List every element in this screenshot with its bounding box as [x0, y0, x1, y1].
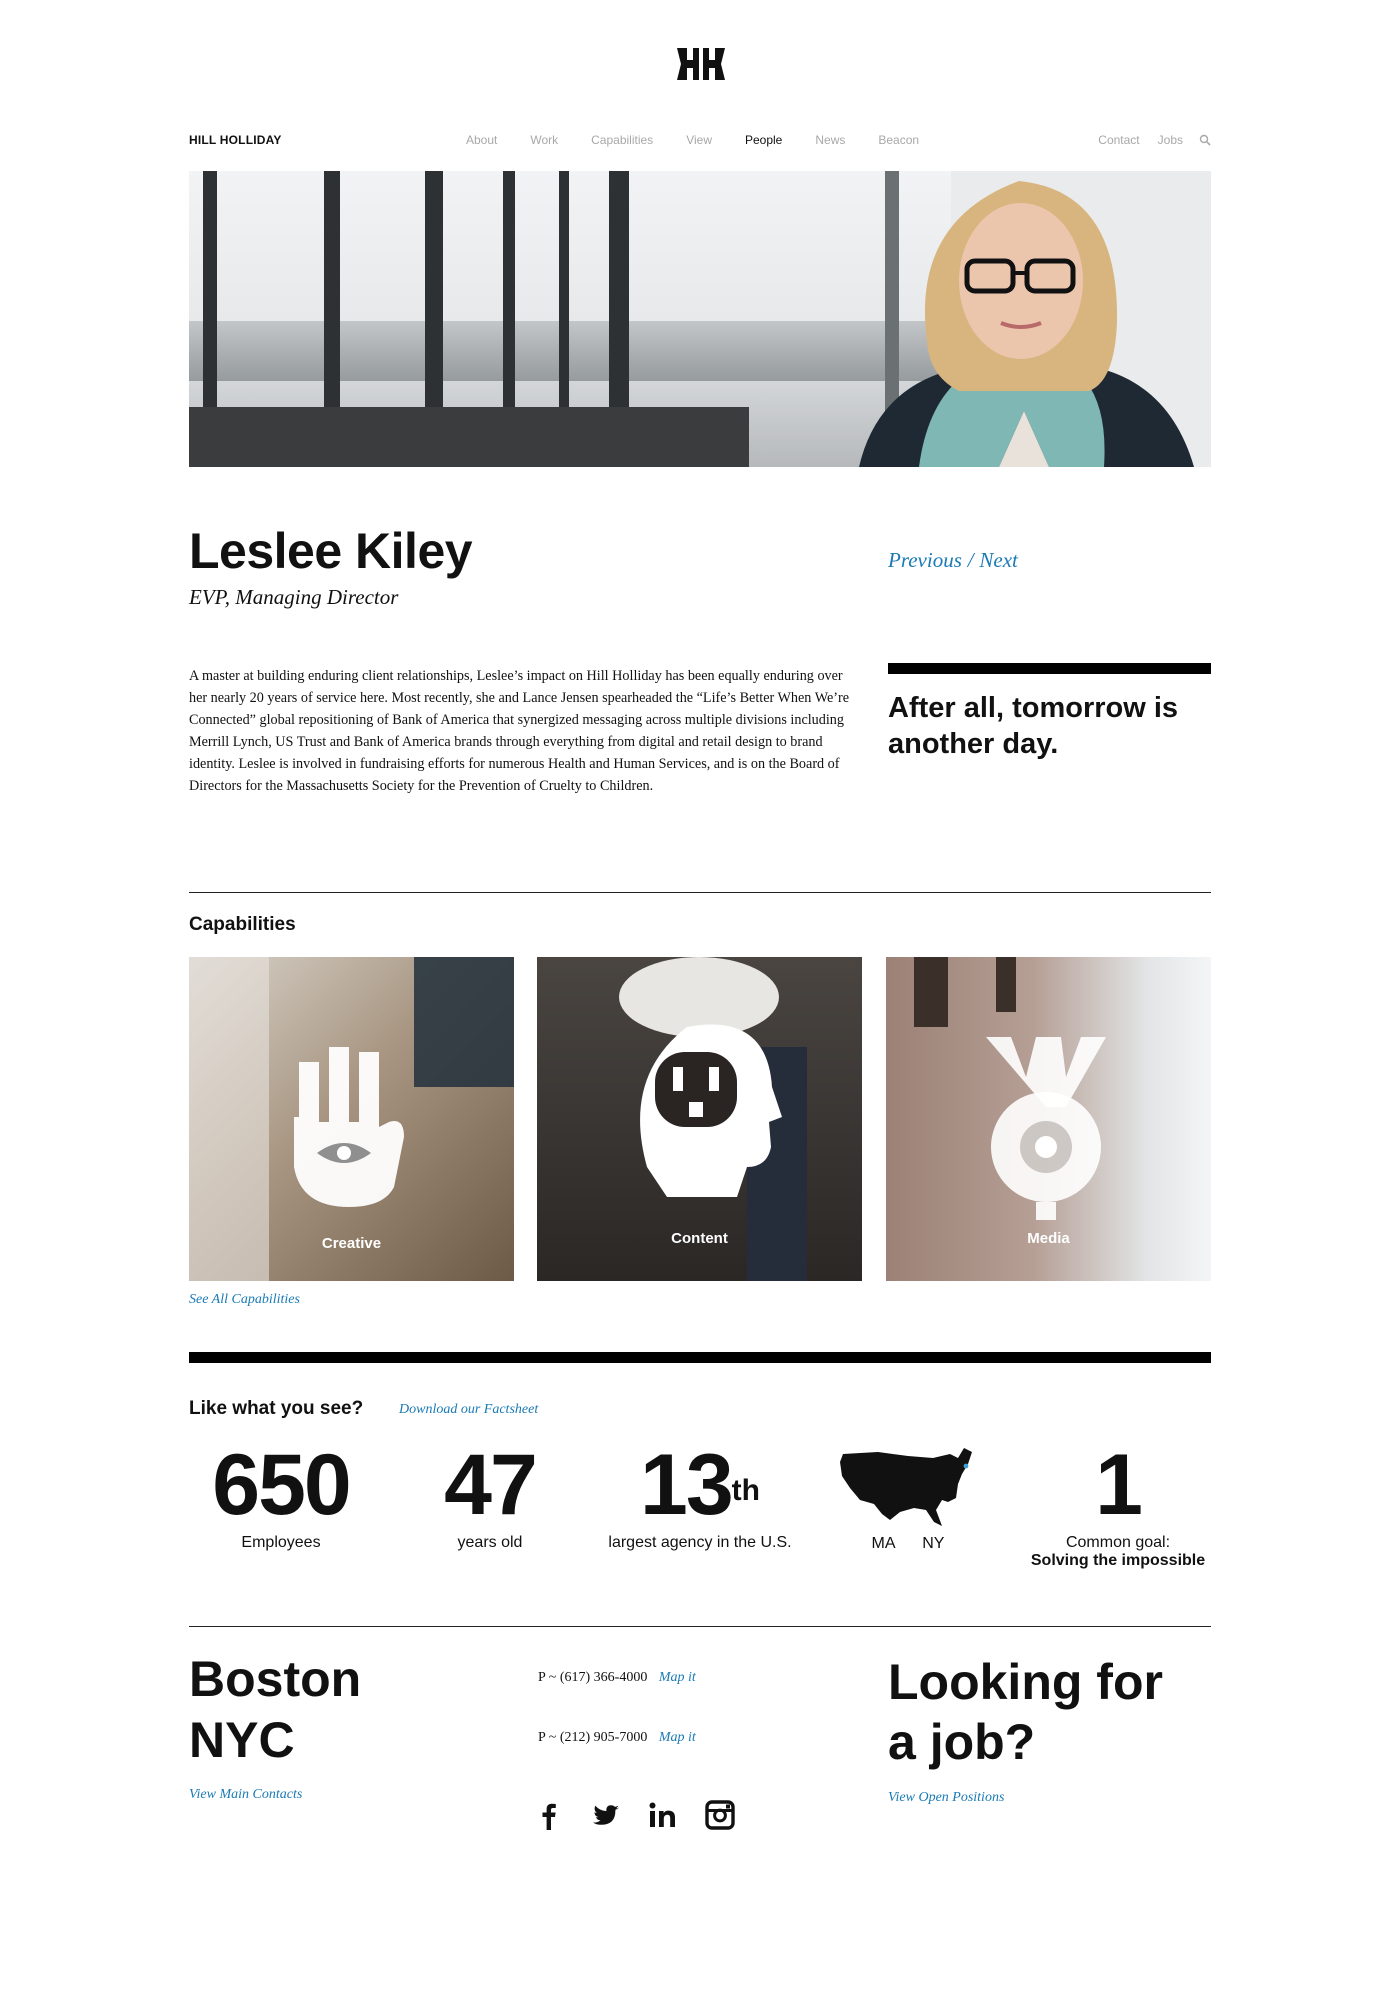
utility-nav: Contact Jobs	[1080, 133, 1211, 147]
capability-label: Content	[671, 1230, 728, 1247]
person-bio: A master at building enduring client rel…	[189, 668, 849, 794]
city-boston: Boston	[189, 1651, 362, 1707]
stat-label: Employees	[241, 1534, 321, 1551]
location-ma: MA	[871, 1535, 896, 1552]
pagination-separator: /	[967, 548, 974, 572]
person-quote: After all, tomorrow is another day.	[888, 692, 1179, 760]
nav-item-work[interactable]: Work	[530, 133, 558, 147]
stat-label: largest agency in the U.S.	[608, 1534, 792, 1551]
twitter-icon[interactable]	[591, 1800, 621, 1830]
view-main-contacts-link[interactable]: View Main Contacts	[189, 1787, 302, 1803]
map-it-link[interactable]: Map it	[659, 1670, 696, 1685]
capabilities-heading: Capabilities	[189, 914, 296, 935]
stat-label: years old	[457, 1534, 523, 1551]
phone-number: P ~ (212) 905-7000	[538, 1730, 648, 1745]
download-factsheet-link[interactable]: Download our Factsheet	[399, 1402, 538, 1418]
phone-nyc: P ~ (212) 905-7000 Map it	[538, 1730, 696, 1746]
hand-eye-icon	[189, 957, 514, 1281]
map-it-link[interactable]: Map it	[659, 1730, 696, 1745]
brand-link[interactable]: HILL HOLLIDAY	[189, 133, 282, 147]
stats-heading: Like what you see?	[189, 1398, 364, 1419]
social-links	[534, 1800, 735, 1830]
phone-number: P ~ (617) 366-4000	[538, 1670, 648, 1685]
instagram-icon[interactable]	[705, 1800, 735, 1830]
quote-divider	[888, 663, 1211, 674]
previous-link[interactable]: Previous	[888, 548, 962, 572]
stat-employees: 650 Employees	[200, 1440, 362, 1552]
capability-label: Media	[1027, 1230, 1070, 1247]
stat-number: 47	[444, 1437, 538, 1533]
view-open-positions-link[interactable]: View Open Positions	[888, 1790, 1004, 1806]
phone-boston: P ~ (617) 366-4000 Map it	[538, 1670, 696, 1686]
stat-sublabel: Solving the impossible	[1030, 1552, 1206, 1569]
job-heading: Looking for a job?	[888, 1654, 1163, 1770]
main-nav: About Work Capabilities View People News…	[466, 133, 952, 147]
nav-item-beacon[interactable]: Beacon	[878, 133, 919, 147]
search-icon[interactable]	[1199, 134, 1211, 146]
see-all-capabilities-link[interactable]: See All Capabilities	[189, 1292, 300, 1308]
nav-item-about[interactable]: About	[466, 133, 497, 147]
location-ny: NY	[922, 1535, 945, 1552]
city-nyc: NYC	[189, 1712, 295, 1768]
capability-tile-media[interactable]: Media	[886, 957, 1211, 1281]
nav-item-view[interactable]: View	[686, 133, 712, 147]
nav-item-people[interactable]: People	[745, 133, 782, 147]
hero-photo	[189, 171, 1211, 467]
nav-item-capabilities[interactable]: Capabilities	[591, 133, 653, 147]
nav-item-contact[interactable]: Contact	[1098, 133, 1139, 147]
top-nav: HILL HOLLIDAY About Work Capabilities Vi…	[189, 131, 1211, 151]
us-map-icon	[840, 1448, 972, 1526]
stat-label: Common goal:	[1065, 1534, 1171, 1551]
stat-number: 650	[212, 1437, 352, 1533]
stat-number: 1	[1095, 1437, 1143, 1533]
person-title: EVP, Managing Director	[189, 585, 399, 609]
next-link[interactable]: Next	[979, 548, 1017, 572]
capability-tile-content[interactable]: Content	[537, 957, 862, 1281]
stat-locations: MA NY	[838, 1444, 978, 1553]
stat-years: 47 years old	[420, 1440, 560, 1552]
hill-holliday-logo[interactable]	[675, 44, 727, 84]
nav-item-news[interactable]: News	[815, 133, 845, 147]
capability-tile-creative[interactable]: Creative	[189, 957, 514, 1281]
section-divider	[189, 892, 1211, 893]
portrait-image	[859, 181, 1194, 467]
profile-pagination: Previous / Next	[888, 548, 1018, 573]
linkedin-icon[interactable]	[648, 1800, 678, 1830]
stat-label: MA NY	[838, 1535, 978, 1553]
nav-item-jobs[interactable]: Jobs	[1158, 133, 1183, 147]
stat-number: 13th	[640, 1437, 760, 1533]
capability-label: Creative	[321, 1235, 382, 1252]
person-name: Leslee Kiley	[189, 523, 473, 579]
footer-divider	[189, 1626, 1211, 1627]
stat-goal: 1 Common goal: Solving the impossible	[1018, 1440, 1218, 1570]
stats-divider	[189, 1352, 1211, 1363]
stat-rank: 13th largest agency in the U.S.	[600, 1440, 800, 1552]
facebook-icon[interactable]	[534, 1800, 564, 1830]
